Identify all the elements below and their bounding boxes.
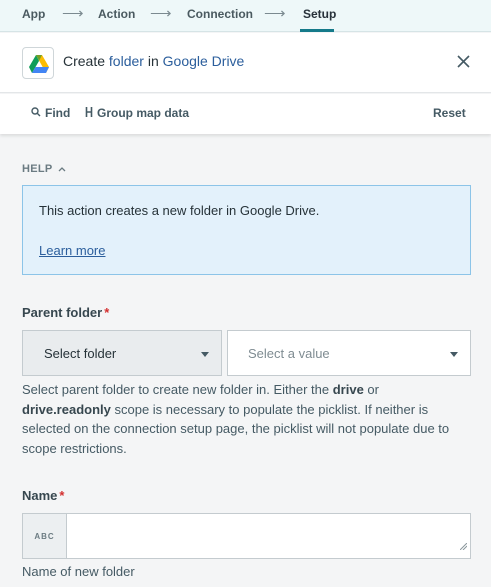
hint-scope-drive: drive	[332, 382, 364, 397]
title-prefix: Create	[63, 53, 109, 69]
parent-folder-mode-value: Select folder	[44, 346, 117, 361]
caret-down-icon	[450, 352, 458, 357]
hint-part: Select parent folder to create new folde…	[22, 382, 333, 397]
hint-part: or	[363, 382, 379, 397]
close-icon[interactable]	[454, 52, 474, 72]
parent-folder-hint: Select parent folder to create new folde…	[22, 380, 472, 458]
google-drive-icon	[22, 47, 54, 79]
step-app[interactable]: App	[22, 7, 45, 21]
title-app: Google Drive	[162, 53, 245, 69]
group-map-data-label: Group map data	[97, 106, 190, 120]
search-icon	[31, 106, 41, 120]
group-bracket-icon	[85, 106, 93, 120]
parent-folder-value-select[interactable]: Select a value	[227, 330, 471, 376]
step-setup[interactable]: Setup	[303, 7, 336, 21]
chevron-up-icon	[58, 163, 66, 175]
action-header: Create folder in Google Drive	[0, 33, 491, 93]
name-label-text: Name	[22, 488, 58, 503]
arrow-right-icon: ⟶	[150, 5, 172, 22]
title-mid: in	[143, 53, 163, 69]
active-step-indicator	[300, 29, 334, 32]
name-input[interactable]	[68, 514, 470, 558]
required-marker: *	[104, 305, 110, 320]
parent-folder-mode-select[interactable]: Select folder	[22, 330, 222, 376]
group-map-data-button[interactable]: Group map data	[85, 106, 189, 120]
arrow-right-icon: ⟶	[62, 5, 84, 22]
title-object: folder	[108, 53, 144, 69]
reset-button[interactable]: Reset	[433, 106, 466, 120]
arrow-right-icon: ⟶	[264, 5, 286, 22]
learn-more-link[interactable]: Learn more	[39, 243, 105, 258]
resize-grip-icon[interactable]	[459, 537, 468, 555]
parent-folder-label-text: Parent folder	[22, 305, 103, 320]
find-button[interactable]: Find	[31, 106, 70, 120]
caret-down-icon	[201, 352, 209, 357]
toolbar: Find Group map data Reset	[0, 94, 491, 134]
name-field: ABC	[22, 513, 471, 559]
name-label: Name *	[22, 488, 64, 503]
step-action[interactable]: Action	[98, 7, 135, 21]
help-text: This action creates a new folder in Goog…	[39, 203, 320, 218]
step-connection[interactable]: Connection	[187, 7, 253, 21]
parent-folder-label: Parent folder *	[22, 305, 109, 320]
help-toggle[interactable]: HELP	[22, 163, 66, 175]
action-title: Create folder in Google Drive	[63, 53, 244, 69]
find-label: Find	[45, 106, 71, 120]
wizard-stepper: App ⟶ Action ⟶ Connection ⟶ Setup	[0, 0, 491, 32]
help-panel: This action creates a new folder in Goog…	[22, 185, 471, 275]
parent-folder-placeholder: Select a value	[248, 346, 330, 361]
hint-scope-drive-readonly: drive.readonly	[22, 401, 111, 417]
help-label: HELP	[22, 163, 53, 175]
name-hint: Name of new folder	[22, 564, 135, 579]
text-type-badge: ABC	[23, 514, 67, 558]
required-marker: *	[59, 488, 65, 503]
